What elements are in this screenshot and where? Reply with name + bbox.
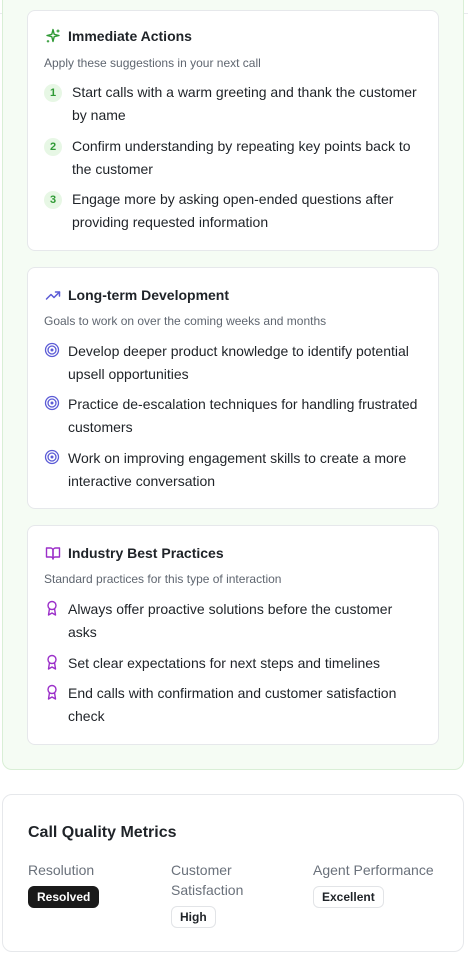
list-item: Practice de-escalation techniques for ha… [44,393,424,439]
step-number-badge: 2 [44,138,62,156]
immediate-actions-card: Immediate Actions Apply these suggestion… [27,10,439,251]
list-item: Always offer proactive solutions before … [44,598,424,644]
list-item-text: Work on improving engagement skills to c… [68,450,407,489]
immediate-actions-header: Immediate Actions [44,27,192,44]
industry-best-practices-subtitle: Standard practices for this type of inte… [44,572,282,586]
list-item: Set clear expectations for next steps an… [44,652,424,675]
industry-best-practices-header: Industry Best Practices [44,544,224,561]
award-icon [44,684,60,700]
list-item-text: Start calls with a warm greeting and tha… [72,84,417,123]
industry-best-practices-title: Industry Best Practices [68,544,224,561]
agent-performance-badge: Excellent [313,886,384,908]
agent-performance-label: Agent Performance [313,862,434,878]
list-item-text: Set clear expectations for next steps an… [68,655,381,671]
long-term-development-header: Long-term Development [44,286,229,303]
list-item: 1 Start calls with a warm greeting and t… [44,81,424,127]
list-item-text: Develop deeper product knowledge to iden… [68,343,409,382]
list-item-text: Confirm understanding by repeating key p… [72,138,411,177]
immediate-actions-title: Immediate Actions [68,27,192,44]
customer-satisfaction-label-line2: Satisfaction [171,882,244,898]
industry-best-practices-card: Industry Best Practices Standard practic… [27,525,439,745]
list-item: 3 Engage more by asking open-ended quest… [44,188,424,234]
long-term-development-subtitle: Goals to work on over the coming weeks a… [44,314,327,328]
customer-satisfaction-badge: High [171,906,216,928]
list-item-text: End calls with confirmation and customer… [68,685,397,724]
call-quality-metrics-card: Call Quality Metrics Resolution Resolved… [2,794,464,952]
list-item: Develop deeper product knowledge to iden… [44,340,424,386]
target-icon [44,342,60,358]
immediate-actions-subtitle: Apply these suggestions in your next cal… [44,56,261,70]
list-item: End calls with confirmation and customer… [44,682,424,728]
book-icon [44,544,61,561]
award-icon [44,654,60,670]
award-icon [44,600,60,616]
customer-satisfaction-label-line1: Customer [171,862,232,878]
target-icon [44,449,60,465]
resolution-label: Resolution [28,862,95,878]
customer-satisfaction-label: Customer Satisfaction [171,860,243,900]
long-term-development-card: Long-term Development Goals to work on o… [27,267,439,509]
call-quality-metrics-title: Call Quality Metrics [28,824,177,841]
trending-up-icon [44,286,61,303]
step-number-badge: 3 [44,191,62,209]
step-number-badge: 1 [44,84,62,102]
list-item-text: Engage more by asking open-ended questio… [72,191,394,230]
target-icon [44,395,60,411]
list-item-text: Always offer proactive solutions before … [68,601,393,640]
list-item-text: Practice de-escalation techniques for ha… [68,396,418,435]
sparkle-icon [44,27,61,44]
long-term-development-title: Long-term Development [68,286,230,303]
list-item: Work on improving engagement skills to c… [44,447,424,493]
resolution-badge: Resolved [28,886,100,908]
list-item: 2 Confirm understanding by repeating key… [44,135,424,181]
